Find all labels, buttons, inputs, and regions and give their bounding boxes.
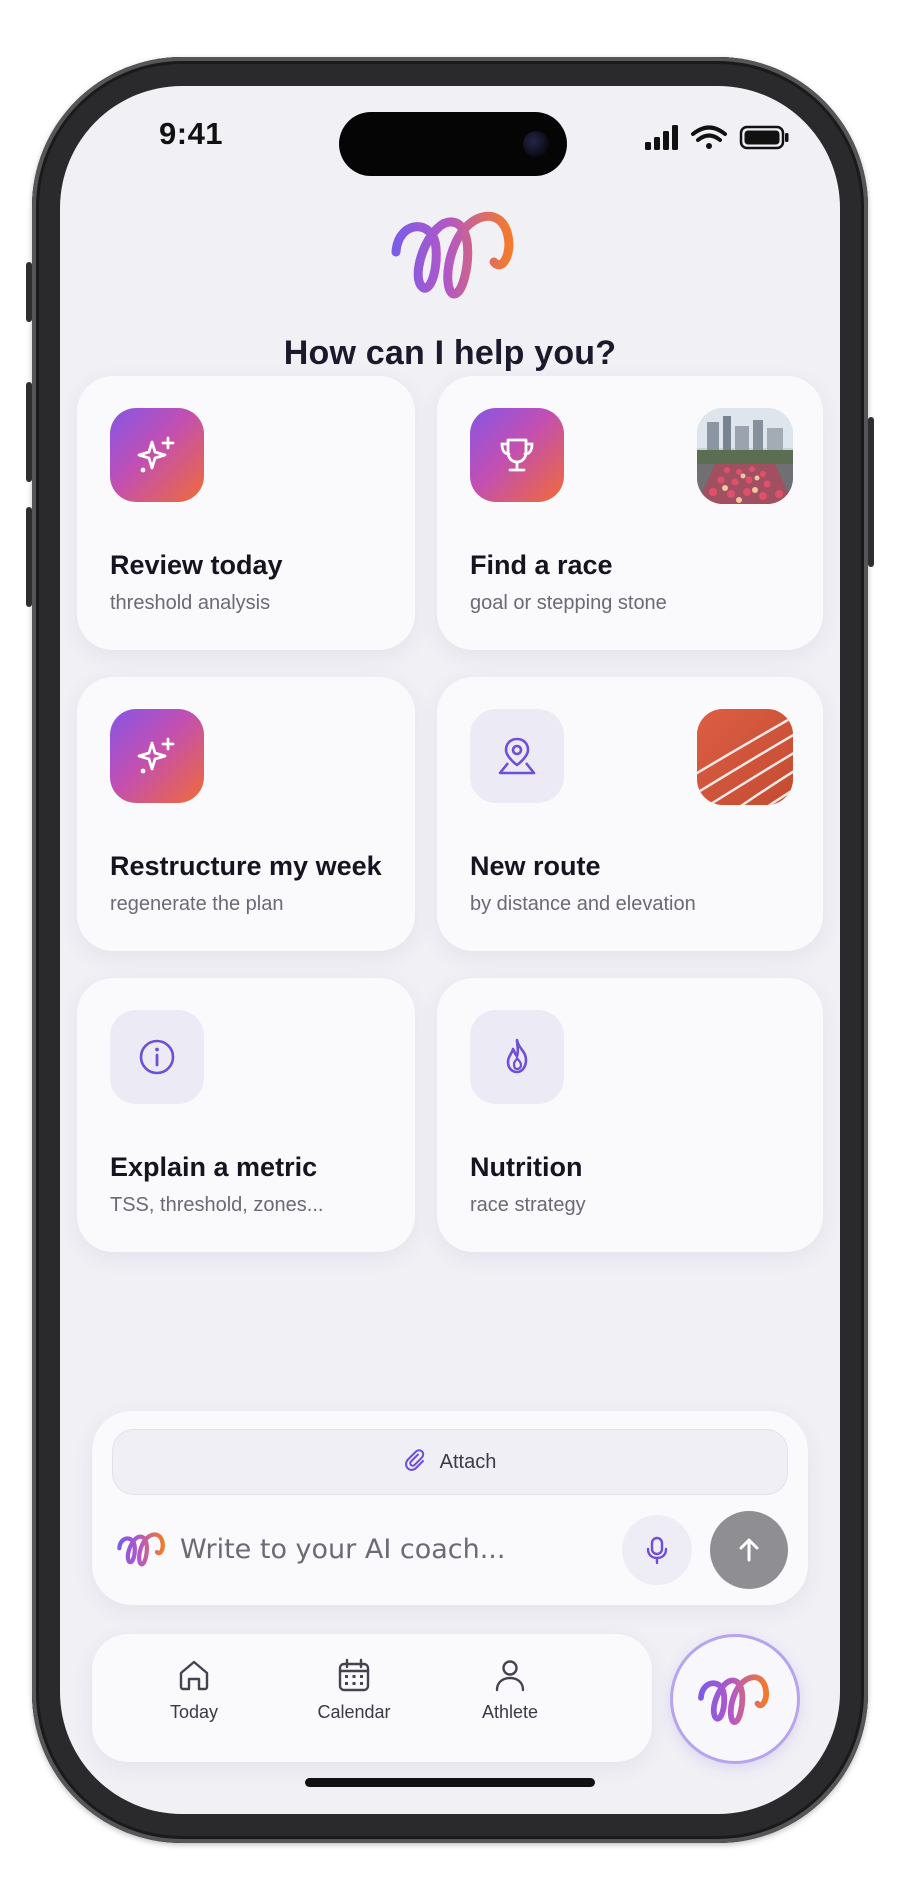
app-screen: 9:41 How can I help you? Review today th… <box>60 86 840 1814</box>
battery-icon <box>739 125 789 150</box>
card-new-route[interactable]: New route by distance and elevation <box>437 677 823 951</box>
card-review-today[interactable]: Review today threshold analysis <box>77 376 415 650</box>
tab-athlete[interactable]: Athlete <box>450 1656 570 1746</box>
card-explain-a-metric[interactable]: Explain a metric TSS, threshold, zones..… <box>77 978 415 1252</box>
send-button[interactable] <box>710 1511 788 1589</box>
card-subtitle: regenerate the plan <box>110 893 284 915</box>
icon-tile <box>110 1010 204 1104</box>
card-restructure-my-week[interactable]: Restructure my week regenerate the plan <box>77 677 415 951</box>
icon-tile <box>470 408 564 502</box>
status-time: 9:41 <box>159 116 224 151</box>
icon-tile <box>470 709 564 803</box>
card-title: Explain a metric <box>110 1152 318 1182</box>
card-subtitle: TSS, threshold, zones... <box>110 1194 324 1216</box>
card-subtitle: by distance and elevation <box>470 893 696 915</box>
message-composer: Attach <box>92 1411 808 1605</box>
app-logo <box>390 202 520 306</box>
paperclip-icon <box>404 1449 424 1471</box>
info-icon <box>139 1039 175 1075</box>
home-icon <box>179 1660 209 1691</box>
card-subtitle: threshold analysis <box>110 592 271 614</box>
map-pin-icon <box>498 737 536 775</box>
signal-icon <box>645 125 678 150</box>
volume-down-button <box>26 507 32 607</box>
ai-coach-button[interactable] <box>670 1634 800 1764</box>
icon-tile <box>470 1010 564 1104</box>
page-title: How can I help you? <box>283 334 617 372</box>
tab-label: Calendar <box>317 1702 391 1722</box>
tab-label: Today <box>169 1702 219 1722</box>
card-title: Nutrition <box>470 1152 583 1182</box>
flame-icon <box>506 1038 528 1074</box>
card-nutrition[interactable]: Nutrition race strategy <box>437 978 823 1252</box>
status-icons <box>643 122 803 152</box>
city-marathon-photo <box>697 408 793 504</box>
card-find-a-race[interactable]: Find a race goal or stepping stone <box>437 376 823 650</box>
card-title: New route <box>470 851 601 881</box>
dynamic-island <box>339 112 567 176</box>
card-title: Restructure my week <box>110 851 382 881</box>
home-indicator <box>305 1778 595 1787</box>
card-subtitle: goal or stepping stone <box>470 592 667 614</box>
tab-calendar[interactable]: Calendar <box>294 1656 414 1746</box>
coach-message-input[interactable] <box>180 1521 610 1577</box>
person-icon <box>495 1660 525 1692</box>
tab-label: Athlete <box>481 1702 539 1722</box>
attach-label: Attach <box>439 1450 497 1473</box>
volume-up-button <box>26 382 32 482</box>
running-track-photo <box>697 709 793 805</box>
arrow-up-icon <box>739 1538 759 1562</box>
microphone-button[interactable] <box>622 1515 692 1585</box>
wifi-icon <box>691 125 727 149</box>
card-title: Review today <box>110 550 283 580</box>
microphone-icon <box>646 1536 668 1565</box>
camera-lens <box>523 131 549 157</box>
calendar-icon <box>338 1658 370 1692</box>
mute-switch <box>26 262 32 322</box>
icon-tile <box>110 709 204 803</box>
attach-button[interactable]: Attach <box>112 1429 788 1495</box>
tab-today[interactable]: Today <box>134 1656 254 1746</box>
bottom-tab-bar: Today Calendar Athlete <box>92 1634 652 1762</box>
app-logo-icon <box>698 1674 769 1725</box>
card-subtitle: race strategy <box>470 1194 586 1216</box>
card-title: Find a race <box>470 550 613 580</box>
app-logo-small <box>116 1529 168 1569</box>
sparkles-icon <box>137 436 175 473</box>
icon-tile <box>110 408 204 502</box>
sparkles-icon <box>137 737 175 774</box>
trophy-icon <box>500 438 534 472</box>
power-button <box>868 417 874 567</box>
